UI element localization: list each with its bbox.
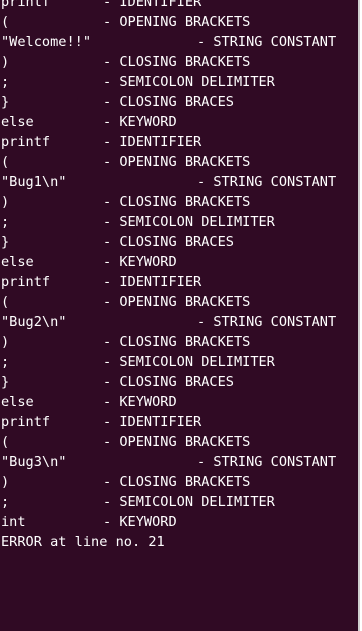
token-type: - OPENING BRACKETS <box>103 294 251 310</box>
token-type: - CLOSING BRACES <box>103 94 234 110</box>
token-type: - OPENING BRACKETS <box>103 14 251 30</box>
token-type: - CLOSING BRACKETS <box>103 474 251 490</box>
token-text: ( <box>1 14 10 30</box>
token-type: - IDENTIFIER <box>103 134 202 150</box>
token-text: ) <box>1 474 10 490</box>
token-text: ( <box>1 434 10 450</box>
token-text: ( <box>1 294 10 310</box>
token-type: - IDENTIFIER <box>103 274 202 290</box>
token-type: - IDENTIFIER <box>103 0 202 10</box>
token-text: else <box>1 394 34 410</box>
token-text: else <box>1 254 34 270</box>
token-type: - CLOSING BRACKETS <box>103 194 251 210</box>
token-text: printf <box>1 274 51 290</box>
token-type: - SEMICOLON DELIMITER <box>103 214 275 230</box>
terminal-window: printf - IDENTIFIER ( - OPENING BRACKETS "We… <box>0 0 360 631</box>
token-type: - KEYWORD <box>103 114 177 130</box>
token-type: - SEMICOLON DELIMITER <box>103 74 275 90</box>
token-text: "Bug1\n" <box>1 174 67 190</box>
token-text: "Bug3\n" <box>1 454 67 470</box>
token-type: - KEYWORD <box>103 254 177 270</box>
token-type: - CLOSING BRACKETS <box>103 54 251 70</box>
error-message: ERROR at line no. 21 <box>1 534 165 550</box>
token-type: - OPENING BRACKETS <box>103 434 251 450</box>
token-text: ; <box>1 494 10 510</box>
token-text: "Welcome!!" <box>1 34 92 50</box>
token-text: } <box>1 94 10 110</box>
token-text: ( <box>1 154 10 170</box>
token-type: - KEYWORD <box>103 514 177 530</box>
token-type: - KEYWORD <box>103 394 177 410</box>
token-type: - STRING CONSTANT <box>197 34 337 50</box>
token-text: ; <box>1 214 10 230</box>
token-type: - STRING CONSTANT <box>197 174 337 190</box>
token-type: - SEMICOLON DELIMITER <box>103 354 275 370</box>
token-text: ; <box>1 74 10 90</box>
token-text: printf <box>1 134 51 150</box>
token-type: - CLOSING BRACES <box>103 374 234 390</box>
token-type: - CLOSING BRACKETS <box>103 334 251 350</box>
token-text: "Bug2\n" <box>1 314 67 330</box>
token-type: - STRING CONSTANT <box>197 314 337 330</box>
token-text: int <box>1 514 26 530</box>
token-text: ; <box>1 354 10 370</box>
token-text: ) <box>1 54 10 70</box>
token-text: printf <box>1 0 51 10</box>
token-text: } <box>1 234 10 250</box>
token-type: - STRING CONSTANT <box>197 454 337 470</box>
token-type: - OPENING BRACKETS <box>103 154 251 170</box>
token-text: printf <box>1 414 51 430</box>
token-type: - CLOSING BRACES <box>103 234 234 250</box>
token-text: else <box>1 114 34 130</box>
token-text: } <box>1 374 10 390</box>
token-type: - IDENTIFIER <box>103 414 202 430</box>
token-text: ) <box>1 194 10 210</box>
token-type: - SEMICOLON DELIMITER <box>103 494 275 510</box>
token-text: ) <box>1 334 10 350</box>
